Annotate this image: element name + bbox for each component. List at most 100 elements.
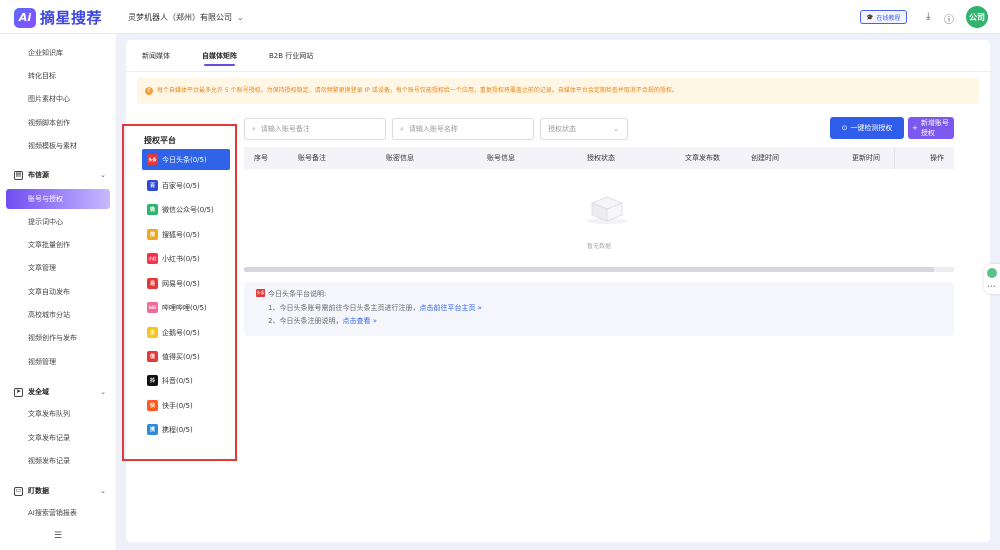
zhidemai-icon: 值 bbox=[147, 351, 158, 362]
tab-divider bbox=[126, 71, 990, 72]
brand-logo[interactable]: Ai 摘星搜荐 bbox=[14, 7, 102, 28]
name-placeholder: 请输入账号名称 bbox=[408, 125, 458, 133]
status-select[interactable]: 授权状态 ⌄ bbox=[540, 118, 628, 140]
platform-item[interactable]: 百百家号(0/5) bbox=[142, 175, 230, 196]
platform-label: 小红书(0/5) bbox=[162, 254, 200, 263]
toutiao-icon: 头条 bbox=[147, 154, 158, 165]
status-placeholder: 授权状态 bbox=[548, 125, 576, 133]
chat-icon bbox=[987, 268, 997, 278]
brand-name: 摘星搜荐 bbox=[40, 9, 103, 27]
platform-item[interactable]: 搜搜狐号(0/5) bbox=[142, 224, 230, 245]
netease-icon: 易 bbox=[147, 278, 158, 289]
toutiao-icon: 头条 bbox=[256, 289, 265, 297]
sidebar-item-article-manage[interactable]: 文章管理 bbox=[28, 261, 56, 275]
check-auth-button[interactable]: ⊙ 一键检测授权 bbox=[830, 117, 904, 139]
sidebar-item-publish-records[interactable]: 文章发布记录 bbox=[28, 431, 70, 445]
platform-label: 携程(0/5) bbox=[162, 425, 193, 434]
search-icon: ⌕ bbox=[400, 124, 404, 133]
platform-item[interactable]: 小红 小红书(0/5) bbox=[142, 248, 230, 269]
sidebar-item-knowledge[interactable]: 企业知识库 bbox=[28, 46, 63, 60]
baijiahao-icon: 百 bbox=[147, 180, 158, 191]
monitor-icon: ▭ bbox=[14, 486, 23, 496]
name-search-input[interactable]: ⌕ 请输入账号名称 bbox=[392, 118, 534, 140]
download-icon[interactable]: ⤓ bbox=[926, 11, 930, 22]
platform-item[interactable]: 快快手(0/5) bbox=[142, 395, 230, 416]
sidebar-group-data[interactable]: ▭ 盯数据 ⌄ bbox=[14, 484, 110, 498]
col-actions: 操作 bbox=[930, 154, 944, 162]
search-icon: ⌕ bbox=[252, 124, 256, 133]
remark-search-input[interactable]: ⌕ 请输入账号备注 bbox=[244, 118, 386, 140]
tips-title: 今日头条平台说明: bbox=[268, 290, 327, 298]
col-created: 创建时间 bbox=[751, 154, 779, 162]
sidebar-item-video-create[interactable]: 视频创作与发布 bbox=[28, 331, 77, 345]
more-dots-icon: ••• bbox=[987, 284, 996, 290]
graduation-cap-icon: 🎓 bbox=[866, 13, 874, 21]
tab-bar: 新闻媒体 自媒体矩阵 B2B 行业网站 bbox=[142, 50, 313, 66]
platform-label: 抖音(0/5) bbox=[162, 376, 193, 385]
col-credentials: 账密信息 bbox=[386, 154, 414, 162]
company-selector[interactable]: 灵梦机器人（郑州）有限公司 ⌄ bbox=[128, 12, 244, 23]
tab-b2b-sites[interactable]: B2B 行业网站 bbox=[269, 50, 313, 66]
tips-line-2-text: 2、今日头条注册说明， bbox=[268, 317, 343, 325]
platform-home-link[interactable]: 点击前往平台主页 » bbox=[419, 304, 482, 312]
sidebar-group-publish-source[interactable]: ▤ 布信源 ⌄ bbox=[14, 168, 110, 182]
horizontal-scrollbar[interactable] bbox=[244, 267, 954, 272]
sidebar-item-image-assets[interactable]: 图片素材中心 bbox=[28, 92, 70, 106]
sidebar-item-ai-report[interactable]: AI搜索营销报表 bbox=[28, 506, 77, 520]
sidebar: 企业知识库 转化目标 图片素材中心 视频脚本创作 视频模板与素材 ▤ 布信源 ⌄… bbox=[0, 34, 117, 550]
collapse-menu-icon[interactable]: ☰ bbox=[54, 531, 62, 541]
platform-label: 搜狐号(0/5) bbox=[162, 230, 200, 239]
register-guide-link[interactable]: 点击查看 » bbox=[342, 317, 377, 325]
sidebar-item-publish-queue[interactable]: 文章发布队列 bbox=[28, 407, 70, 421]
company-name: 灵梦机器人（郑州）有限公司 bbox=[128, 13, 232, 22]
empty-text: 暂无数据 bbox=[586, 243, 611, 250]
table-header: 序号 账号备注 账密信息 账号信息 授权状态 文章发布数 创建时间 更新时间 操… bbox=[244, 147, 954, 169]
sidebar-item-auto-publish[interactable]: 文章自动发布 bbox=[28, 285, 70, 299]
col-updated: 更新时间 bbox=[852, 154, 880, 162]
platform-item[interactable]: 企企鹅号(0/5) bbox=[142, 322, 230, 343]
platform-item[interactable]: 头条 今日头条(0/5) bbox=[142, 149, 230, 170]
ctrip-icon: 携 bbox=[147, 424, 158, 435]
bilibili-icon: bili bbox=[147, 302, 158, 313]
empty-box-icon bbox=[587, 196, 627, 224]
tutorial-label: 在线教程 bbox=[876, 14, 901, 22]
tab-self-media[interactable]: 自媒体矩阵 bbox=[202, 50, 237, 66]
floating-side-widget[interactable]: ••• bbox=[984, 264, 1000, 294]
platform-item[interactable]: bili 哔哩哔哩(0/5) bbox=[142, 297, 230, 318]
sidebar-item-prompts[interactable]: 提示词中心 bbox=[28, 215, 63, 229]
platform-item[interactable]: 微微信公众号(0/5) bbox=[142, 199, 230, 220]
help-icon[interactable]: ⓘ bbox=[944, 11, 954, 26]
sidebar-item-city-sites[interactable]: 高校城市分站 bbox=[28, 308, 70, 322]
sidebar-item-video-manage[interactable]: 视频管理 bbox=[28, 355, 56, 369]
platform-item[interactable]: 易网易号(0/5) bbox=[142, 273, 230, 294]
chevron-down-icon: ⌄ bbox=[100, 388, 106, 396]
sidebar-item-video-templates[interactable]: 视频模板与素材 bbox=[28, 139, 77, 153]
tab-news-media[interactable]: 新闻媒体 bbox=[142, 50, 170, 66]
tutorial-button[interactable]: 🎓 在线教程 bbox=[860, 10, 907, 24]
col-remark: 账号备注 bbox=[298, 154, 326, 162]
column-divider bbox=[894, 147, 895, 169]
sidebar-item-accounts[interactable]: 账号与授权 bbox=[6, 189, 110, 209]
platform-item[interactable]: 携携程(0/5) bbox=[142, 419, 230, 440]
platform-item[interactable]: 值值得买(0/5) bbox=[142, 346, 230, 367]
send-icon: ➤ bbox=[14, 387, 23, 397]
sidebar-item-video-records[interactable]: 视频发布记录 bbox=[28, 454, 70, 468]
kuaishou-icon: 快 bbox=[147, 400, 158, 411]
chevron-down-icon: ⌄ bbox=[100, 487, 106, 495]
col-index: 序号 bbox=[254, 154, 268, 162]
platform-item[interactable]: 抖抖音(0/5) bbox=[142, 370, 230, 391]
col-account-info: 账号信息 bbox=[487, 154, 515, 162]
sidebar-item-conversion[interactable]: 转化目标 bbox=[28, 69, 56, 83]
scrollbar-thumb[interactable] bbox=[244, 267, 934, 272]
sidebar-group-label: 发全域 bbox=[28, 388, 49, 396]
sidebar-item-batch-create[interactable]: 文章批量创作 bbox=[28, 238, 70, 252]
remark-placeholder: 请输入账号备注 bbox=[260, 125, 310, 133]
platform-label: 企鹅号(0/5) bbox=[162, 328, 200, 337]
folder-icon: ▤ bbox=[14, 170, 23, 180]
avatar[interactable]: 公司 bbox=[966, 6, 988, 28]
add-account-button[interactable]: + 新增账号授权 bbox=[908, 117, 954, 139]
warning-icon: ! bbox=[145, 87, 153, 95]
tips-line-1-text: 1、今日头条账号需前往今日头条主页进行注册， bbox=[268, 304, 420, 312]
sidebar-item-video-script[interactable]: 视频脚本创作 bbox=[28, 116, 70, 130]
sidebar-group-distribute[interactable]: ➤ 发全域 ⌄ bbox=[14, 385, 110, 399]
